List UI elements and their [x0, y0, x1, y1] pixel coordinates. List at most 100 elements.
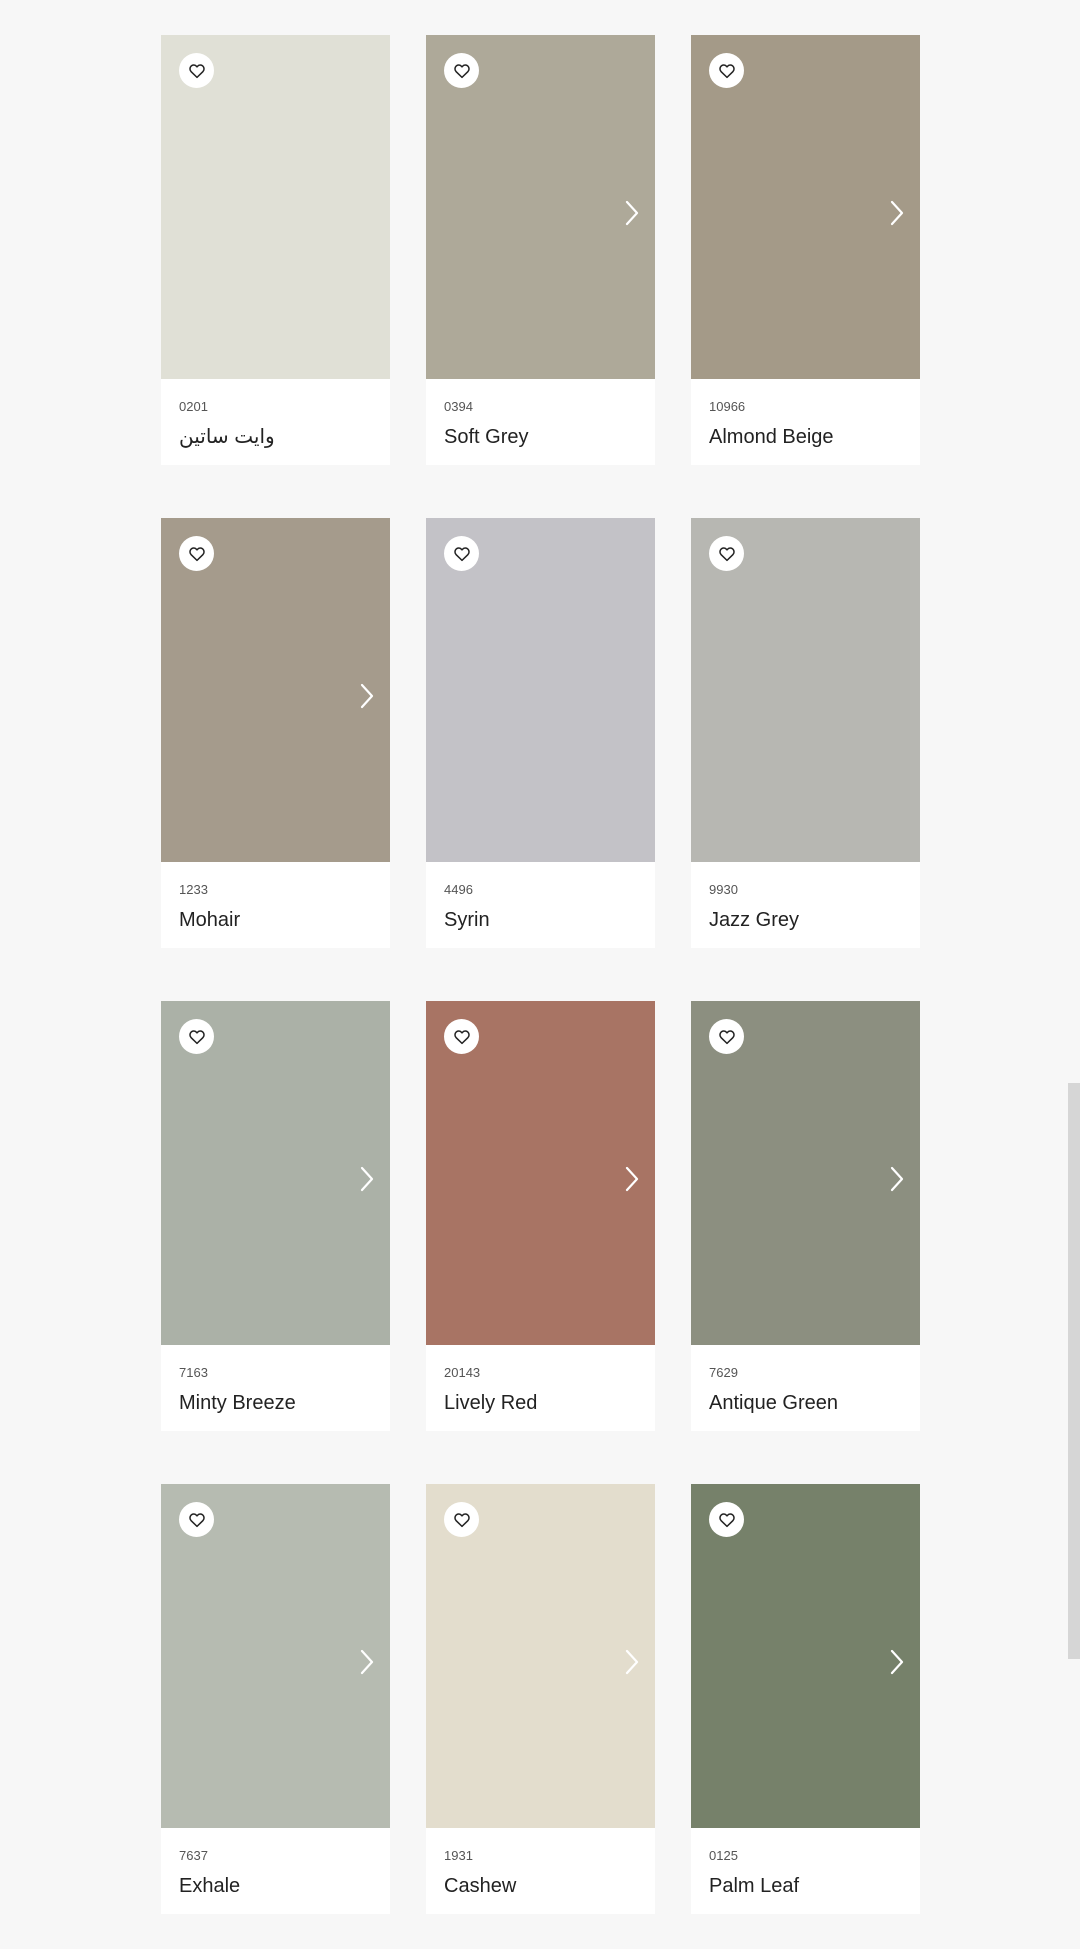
- favorite-button[interactable]: [444, 536, 479, 571]
- next-image-button[interactable]: [356, 678, 378, 714]
- next-image-button[interactable]: [356, 1644, 378, 1680]
- color-name[interactable]: Almond Beige: [709, 425, 902, 449]
- heart-icon: [718, 62, 736, 80]
- next-image-button[interactable]: [886, 1161, 908, 1197]
- chevron-right-icon: [890, 200, 904, 226]
- color-card[interactable]: 20143 Lively Red: [426, 1001, 655, 1431]
- favorite-button[interactable]: [444, 1502, 479, 1537]
- color-card[interactable]: 10966 Almond Beige: [691, 35, 920, 465]
- color-swatch[interactable]: [691, 518, 920, 862]
- color-info: 7163 Minty Breeze: [161, 1345, 390, 1415]
- color-info: 10966 Almond Beige: [691, 379, 920, 449]
- favorite-button[interactable]: [179, 1502, 214, 1537]
- color-swatch[interactable]: [691, 1001, 920, 1345]
- chevron-right-icon: [625, 200, 639, 226]
- color-swatch[interactable]: [161, 1484, 390, 1828]
- color-info: 7637 Exhale: [161, 1828, 390, 1898]
- color-info: 1931 Cashew: [426, 1828, 655, 1898]
- color-name[interactable]: Soft Grey: [444, 425, 637, 449]
- color-info: 4496 Syrin: [426, 862, 655, 932]
- color-card-grid: 0201 وايت ساتين 0394 Soft Grey 10966 Almond B…: [161, 35, 920, 1914]
- color-swatch[interactable]: [426, 35, 655, 379]
- color-name[interactable]: Mohair: [179, 908, 372, 932]
- color-name[interactable]: وايت ساتين: [179, 425, 372, 449]
- favorite-button[interactable]: [709, 1019, 744, 1054]
- heart-icon: [718, 1028, 736, 1046]
- color-code: 7629: [709, 1365, 738, 1380]
- color-card[interactable]: 0125 Palm Leaf: [691, 1484, 920, 1914]
- favorite-button[interactable]: [179, 536, 214, 571]
- color-name[interactable]: Antique Green: [709, 1391, 902, 1415]
- color-info: 7629 Antique Green: [691, 1345, 920, 1415]
- color-name[interactable]: Minty Breeze: [179, 1391, 372, 1415]
- heart-icon: [453, 1028, 471, 1046]
- heart-icon: [453, 1511, 471, 1529]
- color-name[interactable]: Jazz Grey: [709, 908, 902, 932]
- color-swatch[interactable]: [426, 1001, 655, 1345]
- heart-icon: [188, 545, 206, 563]
- color-swatch[interactable]: [426, 1484, 655, 1828]
- heart-icon: [718, 545, 736, 563]
- favorite-button[interactable]: [179, 53, 214, 88]
- next-image-button[interactable]: [621, 1161, 643, 1197]
- color-code: 9930: [709, 882, 738, 897]
- favorite-button[interactable]: [179, 1019, 214, 1054]
- favorite-button[interactable]: [444, 1019, 479, 1054]
- next-image-button[interactable]: [886, 195, 908, 231]
- color-card[interactable]: 9930 Jazz Grey: [691, 518, 920, 948]
- chevron-right-icon: [360, 683, 374, 709]
- heart-icon: [188, 1511, 206, 1529]
- color-swatch[interactable]: [426, 518, 655, 862]
- color-info: 20143 Lively Red: [426, 1345, 655, 1415]
- chevron-right-icon: [360, 1649, 374, 1675]
- next-image-button[interactable]: [886, 1644, 908, 1680]
- scrollbar[interactable]: [1068, 1083, 1080, 1659]
- chevron-right-icon: [625, 1166, 639, 1192]
- color-code: 0201: [179, 399, 208, 414]
- color-card[interactable]: 0201 وايت ساتين: [161, 35, 390, 465]
- favorite-button[interactable]: [709, 1502, 744, 1537]
- color-card[interactable]: 7637 Exhale: [161, 1484, 390, 1914]
- color-card[interactable]: 7163 Minty Breeze: [161, 1001, 390, 1431]
- favorite-button[interactable]: [444, 53, 479, 88]
- color-card[interactable]: 1233 Mohair: [161, 518, 390, 948]
- color-code: 1931: [444, 1848, 473, 1863]
- color-info: 0201 وايت ساتين: [161, 379, 390, 449]
- color-info: 0394 Soft Grey: [426, 379, 655, 449]
- color-name[interactable]: Cashew: [444, 1874, 637, 1898]
- color-code: 0394: [444, 399, 473, 414]
- favorite-button[interactable]: [709, 536, 744, 571]
- next-image-button[interactable]: [621, 195, 643, 231]
- chevron-right-icon: [360, 1166, 374, 1192]
- color-code: 4496: [444, 882, 473, 897]
- color-code: 20143: [444, 1365, 481, 1380]
- color-swatch[interactable]: [691, 1484, 920, 1828]
- color-card[interactable]: 0394 Soft Grey: [426, 35, 655, 465]
- color-info: 0125 Palm Leaf: [691, 1828, 920, 1898]
- color-info: 1233 Mohair: [161, 862, 390, 932]
- heart-icon: [188, 62, 206, 80]
- heart-icon: [453, 62, 471, 80]
- color-code: 7637: [179, 1848, 208, 1863]
- next-image-button[interactable]: [621, 1644, 643, 1680]
- next-image-button[interactable]: [356, 1161, 378, 1197]
- chevron-right-icon: [890, 1649, 904, 1675]
- color-card[interactable]: 1931 Cashew: [426, 1484, 655, 1914]
- favorite-button[interactable]: [709, 53, 744, 88]
- color-card[interactable]: 7629 Antique Green: [691, 1001, 920, 1431]
- color-info: 9930 Jazz Grey: [691, 862, 920, 932]
- color-swatch[interactable]: [161, 1001, 390, 1345]
- color-swatch[interactable]: [161, 518, 390, 862]
- color-swatch[interactable]: [161, 35, 390, 379]
- color-code: 10966: [709, 399, 746, 414]
- color-name[interactable]: Palm Leaf: [709, 1874, 902, 1898]
- color-name[interactable]: Exhale: [179, 1874, 372, 1898]
- heart-icon: [188, 1028, 206, 1046]
- color-card[interactable]: 4496 Syrin: [426, 518, 655, 948]
- color-swatch[interactable]: [691, 35, 920, 379]
- color-name[interactable]: Syrin: [444, 908, 637, 932]
- chevron-right-icon: [890, 1166, 904, 1192]
- color-name[interactable]: Lively Red: [444, 1391, 637, 1415]
- color-code: 0125: [709, 1848, 738, 1863]
- color-code: 7163: [179, 1365, 208, 1380]
